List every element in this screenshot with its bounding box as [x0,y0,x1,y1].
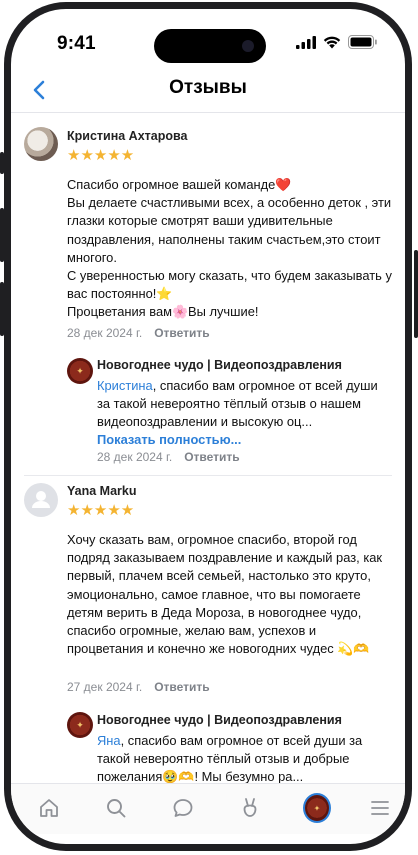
review-author[interactable]: Кристина Ахтарова [67,129,187,143]
community-avatar[interactable]: ✦ [67,358,93,384]
response-meta: 28 дек 2024 г. Ответить [97,450,240,464]
chat-icon [173,799,193,817]
volume-up-button [0,208,4,262]
response-author[interactable]: Новогоднее чудо | Видеопоздравления [97,358,342,372]
tab-clips[interactable] [236,794,264,822]
review-meta: 27 дек 2024 г. Ответить [67,680,210,694]
signal-icon [296,35,316,49]
avatar[interactable] [24,483,58,517]
tab-home[interactable] [35,794,63,822]
rating-stars: ★★★★★ [67,147,135,164]
user-placeholder-icon [32,491,50,508]
show-more-link[interactable]: Показать полностью... [97,432,241,447]
screen: 9:41 Отзывы Кристина Ахтарова ★★★★★ Спас… [11,9,405,844]
community-avatar[interactable]: ✦ [67,712,93,738]
response-text: Кристина, спасибо вам огромное от всей д… [97,378,378,430]
response-author[interactable]: Новогоднее чудо | Видеопоздравления [97,713,342,727]
response-date: 28 дек 2024 г. [97,450,173,464]
status-icons [296,35,377,49]
review-text: Спасибо огромное вашей команде❤️ Вы дела… [67,177,392,320]
reply-button[interactable]: Ответить [154,326,209,340]
review-meta: 28 дек 2024 г. Ответить [67,326,210,340]
tab-menu[interactable] [366,794,394,822]
clips-icon [243,798,257,817]
avatar[interactable] [24,127,58,161]
community-avatar: ✦ [303,793,331,823]
power-button [414,250,418,338]
tab-community[interactable]: ✦ [303,793,331,823]
review-date: 28 дек 2024 г. [67,326,143,340]
reply-button[interactable]: Ответить [184,450,239,464]
status-bar: 9:41 [11,9,405,69]
mention-link[interactable]: Кристина [97,378,153,393]
volume-down-button [0,282,4,336]
mention-link[interactable]: Яна [97,733,121,748]
review-author[interactable]: Yana Marku [67,484,136,498]
phone-frame: 9:41 Отзывы Кристина Ахтарова ★★★★★ Спас… [4,2,412,851]
response-text: Яна, спасибо вам огромное от всей души з… [97,733,363,783]
tab-messages[interactable] [169,794,197,822]
reply-button[interactable]: Ответить [154,680,209,694]
home-icon [40,799,58,817]
status-time: 9:41 [57,33,96,54]
review-date: 27 дек 2024 г. [67,680,143,694]
battery-icon [348,35,377,49]
search-icon [107,799,126,818]
review-divider [24,475,392,476]
tab-bar: ✦ [11,783,405,834]
page-title: Отзывы [169,77,247,98]
nav-header: Отзывы [11,69,405,113]
camera-icon [242,40,254,52]
review-text: Хочу сказать вам, огромное спасибо, втор… [67,532,383,657]
rating-stars: ★★★★★ [67,502,135,519]
side-button [0,152,4,174]
menu-icon [371,801,389,815]
reviews-feed[interactable]: Кристина Ахтарова ★★★★★ Спасибо огромное… [11,113,405,783]
wifi-icon [323,36,341,48]
tab-search[interactable] [102,794,130,822]
dynamic-island [154,29,266,63]
